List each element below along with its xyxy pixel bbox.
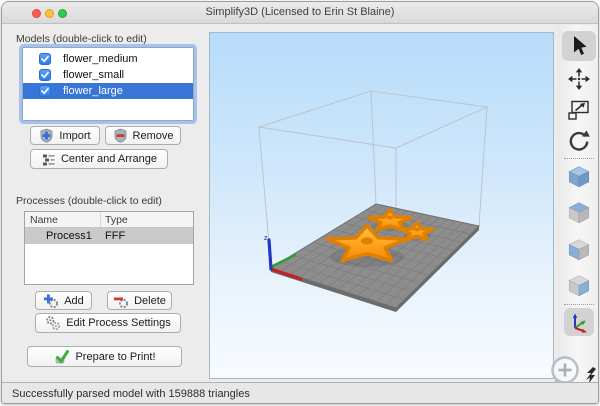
view-side-cube-button[interactable]	[565, 271, 593, 301]
front-view-cube-icon	[566, 237, 592, 263]
rotate-circular-arrow-icon	[567, 129, 591, 153]
title-bar[interactable]: Simplify3D (Licensed to Erin St Blaine)	[2, 2, 598, 24]
move-tool-button[interactable]	[565, 65, 593, 93]
remove-button[interactable]: Remove	[105, 126, 181, 145]
prepare-to-print-button[interactable]: Prepare to Print!	[27, 346, 182, 367]
top-view-cube-icon	[566, 200, 592, 226]
window-title: Simplify3D (Licensed to Erin St Blaine)	[2, 6, 598, 18]
import-button[interactable]: Import	[30, 126, 100, 145]
viewport-3d[interactable]: z	[209, 32, 554, 379]
move-arrows-icon	[567, 67, 591, 91]
rotate-tool-button[interactable]	[565, 127, 593, 155]
process-name: Process1	[25, 230, 101, 242]
iso-view-cube-icon	[566, 164, 592, 190]
toolbar-separator	[564, 304, 594, 305]
column-header-type[interactable]: Type	[101, 214, 128, 226]
status-bar: Successfully parsed model with 159888 tr…	[2, 382, 598, 404]
z-axis-label: z	[264, 235, 268, 242]
cursor-arrow-icon	[569, 35, 589, 57]
add-process-button[interactable]: Add	[35, 291, 92, 310]
green-check-icon	[53, 349, 70, 365]
processes-table-header: Name Type	[25, 212, 193, 228]
models-section-label: Models (double-click to edit)	[16, 33, 147, 45]
process-row-selected[interactable]: Process1 FFF	[25, 228, 193, 244]
model-name: flower_small	[63, 69, 124, 81]
select-tool-button[interactable]	[562, 31, 596, 61]
edit-process-settings-button[interactable]: Edit Process Settings	[35, 313, 181, 333]
edit-process-button-label: Edit Process Settings	[66, 317, 171, 329]
view-top-cube-button[interactable]	[565, 198, 593, 228]
app-window: Simplify3D (Licensed to Erin St Blaine) …	[1, 1, 599, 404]
import-shield-plus-icon	[39, 128, 54, 143]
center-arrange-icon	[41, 152, 56, 167]
delete-button-label: Delete	[134, 295, 166, 307]
corner-grip-icon[interactable]	[585, 367, 597, 383]
add-gear-plus-icon	[43, 293, 59, 309]
models-list[interactable]: flower_medium flower_small flower_large	[22, 47, 194, 121]
status-message: Successfully parsed model with 159888 tr…	[12, 388, 250, 400]
view-front-cube-button[interactable]	[565, 235, 593, 265]
scale-tool-button[interactable]	[565, 96, 593, 124]
processes-section-label: Processes (double-click to edit)	[16, 195, 162, 207]
center-and-arrange-button[interactable]: Center and Arrange	[30, 149, 168, 169]
toolbar-separator	[564, 158, 594, 159]
prepare-button-label: Prepare to Print!	[75, 351, 155, 363]
add-button-label: Add	[64, 295, 84, 307]
import-button-label: Import	[59, 130, 90, 142]
checkbox-checked-icon[interactable]	[39, 69, 51, 81]
axes-icon	[568, 311, 590, 333]
model-name: flower_large	[63, 85, 123, 97]
processes-table[interactable]: Name Type Process1 FFF	[24, 211, 194, 285]
column-header-name[interactable]: Name	[25, 212, 101, 227]
remove-button-label: Remove	[133, 130, 174, 142]
model-list-item[interactable]: flower_small	[23, 67, 193, 83]
view-iso-cube-button[interactable]	[565, 162, 593, 192]
scale-icon	[567, 98, 591, 122]
gears-icon	[45, 315, 61, 331]
model-list-item[interactable]: flower_medium	[23, 51, 193, 67]
view-axes-button[interactable]	[564, 308, 594, 336]
checkbox-checked-icon[interactable]	[39, 85, 51, 97]
side-view-cube-icon	[566, 273, 592, 299]
build-scene: z	[210, 33, 555, 380]
checkbox-checked-icon[interactable]	[39, 53, 51, 65]
remove-shield-minus-icon	[113, 128, 128, 143]
delete-gear-minus-icon	[113, 293, 129, 309]
center-arrange-button-label: Center and Arrange	[61, 153, 157, 165]
model-list-item-selected[interactable]: flower_large	[23, 83, 193, 99]
process-type: FFF	[101, 230, 125, 242]
model-name: flower_medium	[63, 53, 138, 65]
tool-palette	[558, 25, 599, 382]
delete-process-button[interactable]: Delete	[107, 291, 172, 310]
